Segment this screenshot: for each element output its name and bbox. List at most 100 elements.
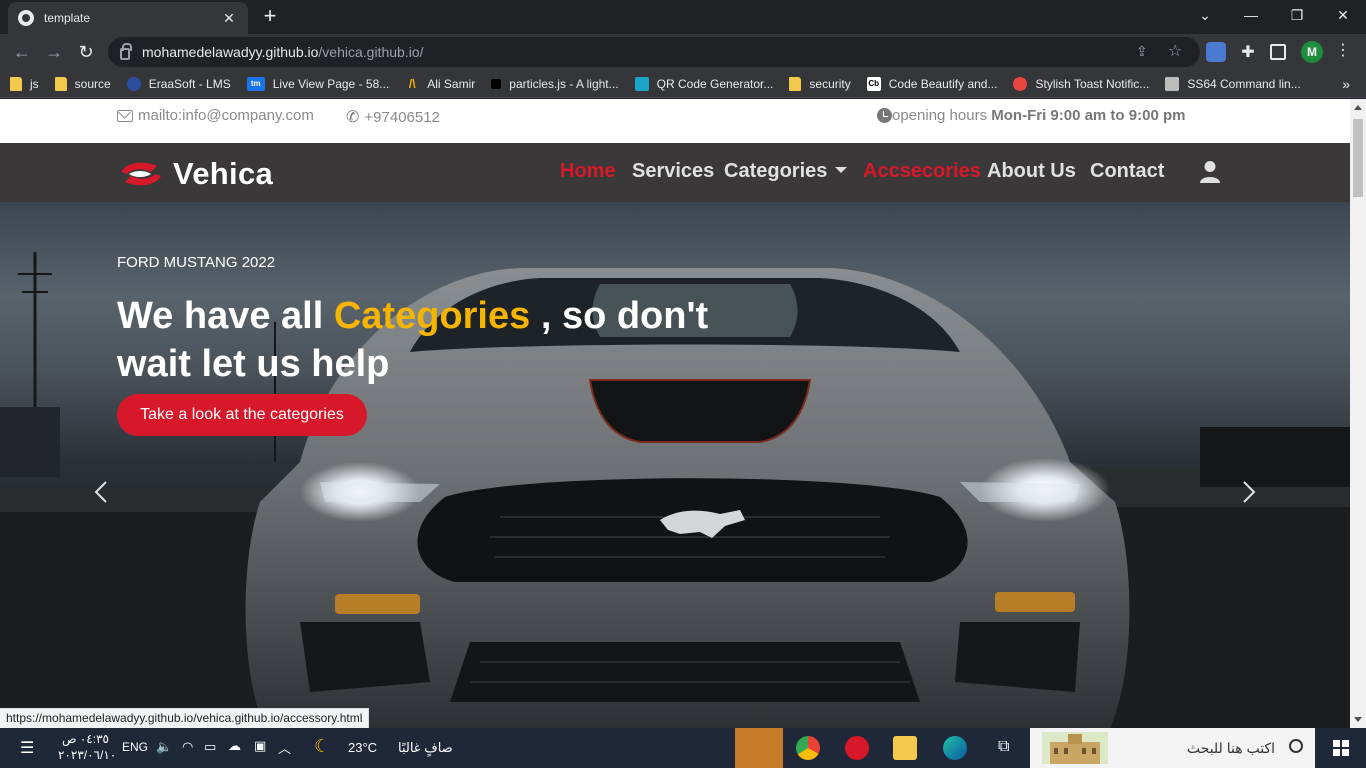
scroll-down-icon[interactable] (1354, 717, 1362, 722)
lock-icon[interactable] (120, 43, 132, 60)
email-contact[interactable]: mailto:info@company.com (117, 107, 314, 124)
nav-about[interactable]: About Us (987, 160, 1076, 183)
page-scrollbar[interactable] (1350, 99, 1366, 728)
tab-strip: template ✕ + ⌄ — ❐ ✕ (0, 0, 1366, 34)
device-icon[interactable]: ▣ (254, 738, 266, 754)
carousel-prev-icon[interactable] (92, 480, 112, 504)
bookmark-item[interactable]: Stylish Toast Notific... (1013, 76, 1149, 91)
bookmark-item[interactable]: tm Live View Page - 58... (246, 76, 389, 91)
clock-date[interactable]: ٢٠٢٣/٠٦/١٠ (58, 748, 116, 762)
hero-headline: We have all Categories , so don't wait l… (117, 292, 757, 388)
search-placeholder: اكتب هنا للبحث (1186, 740, 1275, 756)
clock-time[interactable]: ٠٤:٣٥ ص (62, 732, 109, 746)
url-host: mohamedelawadyy.github.io (142, 44, 319, 60)
taskbar-app-files-icon[interactable] (735, 728, 783, 768)
bookmark-item[interactable]: /\ Ali Samir (405, 77, 475, 91)
url-path: /vehica.github.io/ (318, 44, 424, 60)
taskbar-app-icon[interactable] (845, 736, 869, 760)
edge-icon[interactable] (943, 736, 967, 760)
nav-services[interactable]: Services (632, 160, 714, 183)
bookmark-item[interactable]: js (10, 76, 39, 91)
menu-kebab-icon[interactable]: ⋮ (1335, 42, 1351, 60)
onedrive-icon[interactable]: ☁ (228, 738, 241, 754)
battery-icon[interactable]: ▭ (204, 739, 216, 755)
browser-tab[interactable]: template ✕ (8, 2, 248, 34)
eraasoft-icon (126, 76, 141, 91)
contact-topbar: mailto:info@company.com ✆ +97406512 open… (0, 99, 1350, 143)
headline-part: We have all (117, 295, 334, 337)
windows-taskbar: ☰ ٠٤:٣٥ ص ٢٠٢٣/٠٦/١٠ ENG 🔈 ◠ ▭ ☁ ▣ ︿ ☾ 2… (0, 728, 1366, 768)
volume-icon[interactable]: 🔈 (156, 739, 172, 755)
file-explorer-icon[interactable] (893, 736, 917, 760)
bookmark-item[interactable]: Cb Code Beautify and... (866, 76, 997, 91)
close-window-button[interactable]: ✕ (1320, 4, 1366, 26)
opening-hours: opening hours Mon-Fri 9:00 am to 9:00 pm (877, 107, 1185, 124)
brand-logo[interactable]: Vehica (117, 156, 273, 192)
scroll-up-icon[interactable] (1354, 105, 1362, 110)
minimize-button[interactable]: — (1228, 4, 1274, 26)
bookmark-item[interactable]: EraaSoft - LMS (126, 76, 231, 91)
browser-toolbar: ← → ↻ mohamedelawadyy.github.io /vehica.… (0, 34, 1366, 70)
carousel-next-icon[interactable] (1238, 480, 1258, 504)
wifi-icon[interactable]: ◠ (182, 739, 193, 755)
translate-extension-icon[interactable] (1206, 42, 1226, 62)
taskbar-search[interactable]: اكتب هنا للبحث (1030, 728, 1315, 768)
more-bookmarks-icon[interactable]: » (1342, 76, 1350, 92)
envelope-icon (117, 109, 133, 122)
tray-chevron-icon[interactable]: ︿ (278, 738, 291, 757)
clock-icon (877, 108, 892, 123)
caret-down-icon (835, 166, 848, 173)
search-icon (1289, 739, 1303, 753)
new-tab-button[interactable]: + (258, 5, 282, 27)
phone-text: +97406512 (364, 108, 440, 126)
language-indicator[interactable]: ENG (122, 740, 148, 754)
bookmark-item[interactable]: QR Code Generator... (634, 76, 773, 91)
phone-contact[interactable]: ✆ +97406512 (346, 107, 440, 127)
reload-button[interactable]: ↻ (74, 40, 98, 64)
nav-categories[interactable]: Categories (724, 160, 848, 183)
close-tab-icon[interactable]: ✕ (220, 10, 238, 27)
main-navbar: Vehica Home Services Categories Accsecor… (0, 143, 1350, 202)
windows-start-icon[interactable] (1333, 740, 1349, 756)
restore-button[interactable]: ❐ (1274, 4, 1320, 26)
email-text: mailto:info@company.com (138, 107, 314, 124)
link-status-url: https://mohamedelawadyy.github.io/vehica… (0, 708, 370, 728)
folder-icon (10, 76, 22, 91)
share-icon[interactable]: ⇪ (1136, 43, 1148, 60)
notifications-icon[interactable]: ☰ (20, 738, 34, 758)
back-button[interactable]: ← (10, 40, 34, 64)
nav-accessories[interactable]: Accsecories (863, 160, 981, 183)
weather-desc[interactable]: صافٍ غالبًا (398, 740, 453, 756)
scroll-thumb[interactable] (1353, 119, 1363, 197)
tm-icon: tm (246, 76, 265, 91)
bookmark-item[interactable]: security (789, 76, 851, 91)
globe-icon (18, 10, 34, 26)
bookmark-item[interactable]: particles.js - A light... (491, 77, 619, 91)
user-icon[interactable] (1199, 160, 1221, 184)
weather-moon-icon[interactable]: ☾ (314, 736, 330, 757)
side-panel-icon[interactable] (1270, 44, 1286, 60)
headline-accent: Categories (333, 295, 531, 337)
folder-icon (54, 76, 67, 91)
categories-cta-button[interactable]: Take a look at the categories (117, 394, 367, 436)
chrome-icon[interactable] (796, 736, 820, 760)
forward-button[interactable]: → (42, 40, 66, 64)
hero-carousel: FORD MUSTANG 2022 We have all Categories… (0, 202, 1350, 728)
address-bar[interactable]: mohamedelawadyy.github.io /vehica.github… (108, 37, 1200, 67)
profile-avatar[interactable]: M (1301, 41, 1323, 63)
hours-label: opening hours (892, 107, 988, 124)
bookmark-item[interactable]: source (54, 76, 111, 91)
search-highlight-icon (1042, 732, 1108, 764)
hero-eyebrow: FORD MUSTANG 2022 (117, 254, 276, 271)
nav-home[interactable]: Home (560, 160, 616, 183)
nav-contact[interactable]: Contact (1090, 160, 1164, 183)
bookmark-item[interactable]: SS64 Command lin... (1165, 76, 1301, 91)
extensions-icon[interactable]: ✚ (1238, 42, 1258, 62)
task-view-icon[interactable]: ⧉ (998, 738, 1009, 756)
ss64-icon (1165, 76, 1180, 91)
bookmark-star-icon[interactable]: ☆ (1168, 41, 1182, 61)
car-background-image (0, 252, 1350, 728)
tab-search-icon[interactable]: ⌄ (1182, 4, 1228, 26)
weather-temp[interactable]: 23°C (348, 740, 377, 755)
tab-title: template (44, 11, 91, 25)
